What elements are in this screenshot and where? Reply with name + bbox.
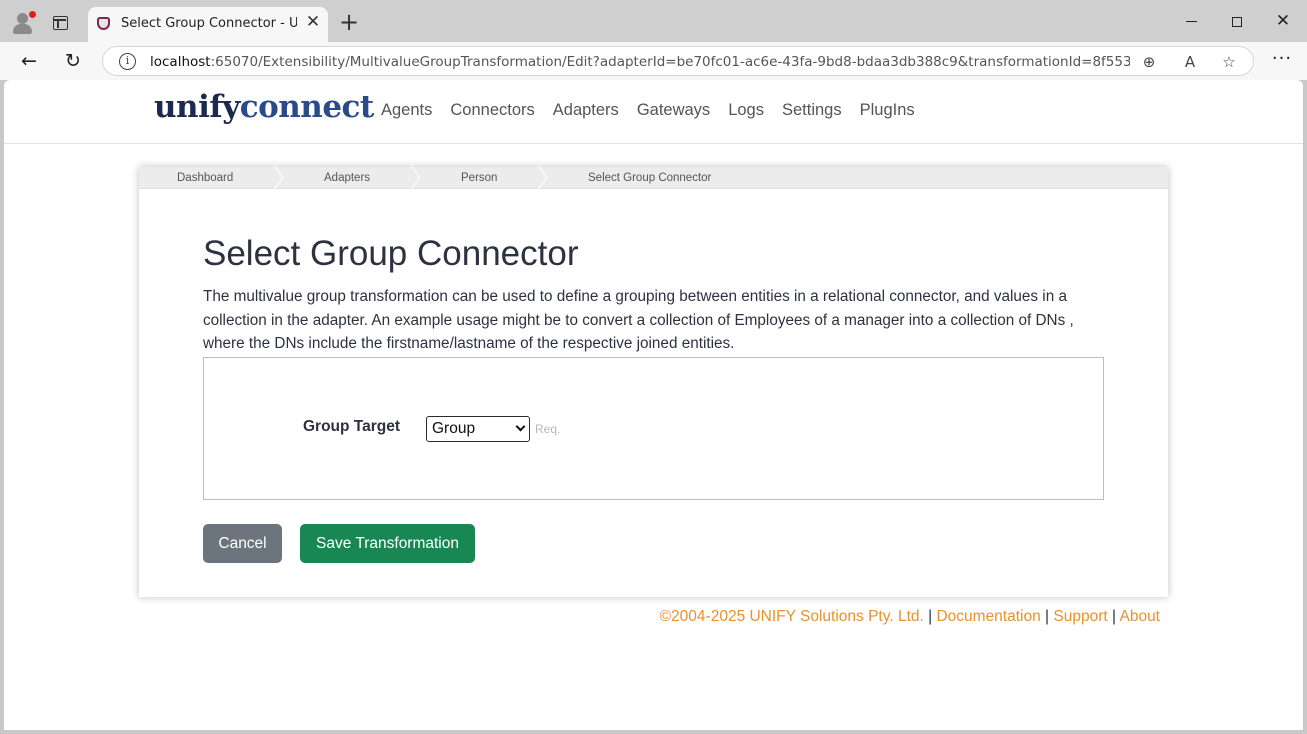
logo[interactable]: unifyconnect [154, 89, 374, 125]
save-transformation-button[interactable]: Save Transformation [300, 524, 475, 563]
favorite-icon[interactable]: ☆ [1219, 52, 1239, 72]
info-icon[interactable]: i [119, 53, 136, 70]
main-nav: Agents Connectors Adapters Gateways Logs… [381, 101, 933, 120]
web-page: unifyconnect Agents Connectors Adapters … [4, 80, 1303, 730]
breadcrumb: Dashboard Adapters Person Select Group C… [139, 167, 1168, 189]
footer-about-link[interactable]: About [1119, 608, 1160, 625]
form-box: Group Target Group Req. [203, 357, 1104, 500]
read-aloud-icon[interactable]: A [1180, 52, 1200, 72]
breadcrumb-separator [272, 167, 284, 189]
browser-tab[interactable]: Select Group Connector - UNIFYConnect ✕ [88, 7, 328, 42]
tab-actions-icon[interactable] [53, 16, 68, 30]
breadcrumb-separator [409, 167, 421, 189]
footer-separator: | [928, 608, 933, 625]
profile-icon[interactable] [11, 11, 36, 35]
tab-close-icon[interactable]: ✕ [304, 13, 322, 31]
nav-connectors[interactable]: Connectors [450, 101, 534, 120]
nav-plugins[interactable]: PlugIns [860, 101, 915, 120]
required-hint: Req. [535, 422, 561, 436]
reload-icon[interactable]: ↻ [61, 49, 85, 73]
breadcrumb-person[interactable]: Person [461, 172, 497, 184]
window-close-icon[interactable]: ✕ [1268, 8, 1298, 34]
nav-settings[interactable]: Settings [782, 101, 842, 120]
chevron-down-icon [515, 421, 526, 432]
breadcrumb-separator [536, 167, 548, 189]
browser-tab-bar: Select Group Connector - UNIFYConnect ✕ … [0, 0, 1307, 42]
page-description: The multivalue group transformation can … [203, 288, 1074, 352]
footer-separator: | [1045, 608, 1050, 625]
breadcrumb-dashboard[interactable]: Dashboard [177, 172, 233, 184]
maximize-icon[interactable] [1222, 8, 1252, 34]
breadcrumb-adapters[interactable]: Adapters [324, 172, 370, 184]
tab-title: Select Group Connector - UNIFYConnect [121, 16, 297, 31]
nav-agents[interactable]: Agents [381, 101, 432, 120]
more-menu-icon[interactable]: ··· [1270, 50, 1294, 72]
footer-documentation-link[interactable]: Documentation [936, 608, 1040, 625]
footer-support-link[interactable]: Support [1053, 608, 1107, 625]
content-card: Dashboard Adapters Person Select Group C… [139, 167, 1168, 597]
group-target-select[interactable]: Group [426, 416, 530, 442]
cancel-button[interactable]: Cancel [203, 524, 282, 563]
site-header: unifyconnect Agents Connectors Adapters … [4, 80, 1303, 144]
footer-separator: | [1112, 608, 1117, 625]
browser-toolbar: ← ↻ i localhost:65070/Extensibility/Mult… [0, 42, 1307, 80]
nav-adapters[interactable]: Adapters [553, 101, 619, 120]
nav-gateways[interactable]: Gateways [637, 101, 710, 120]
new-tab-icon[interactable]: + [338, 10, 360, 34]
footer: ©2004-2025 UNIFY Solutions Pty. Ltd. | D… [660, 608, 1160, 626]
nav-logs[interactable]: Logs [728, 101, 764, 120]
breadcrumb-current: Select Group Connector [588, 172, 712, 184]
page-title: Select Group Connector [203, 234, 579, 273]
zoom-icon[interactable]: ⊕ [1139, 52, 1159, 72]
footer-copyright[interactable]: ©2004-2025 UNIFY Solutions Pty. Ltd. [660, 608, 924, 625]
url-text[interactable]: localhost:65070/Extensibility/Multivalue… [150, 54, 1130, 70]
address-bar[interactable]: i localhost:65070/Extensibility/Multival… [102, 46, 1254, 76]
minimize-icon[interactable] [1176, 8, 1206, 34]
back-icon[interactable]: ← [17, 49, 41, 73]
site-favicon-icon [97, 17, 110, 30]
group-target-label: Group Target [303, 418, 401, 435]
group-target-value: Group [432, 420, 476, 437]
